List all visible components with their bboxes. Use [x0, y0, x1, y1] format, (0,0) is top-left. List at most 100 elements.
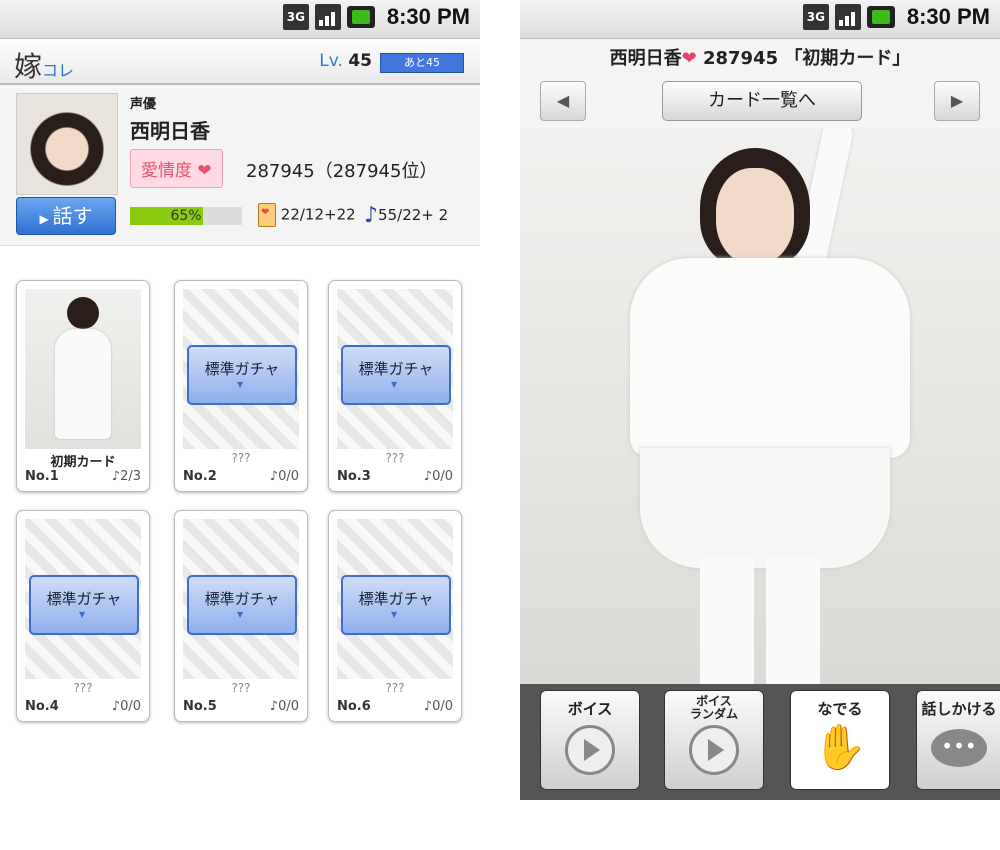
action-bar: ボイス ボイス ランダム なでる ✋ 話しかける ••• — [520, 684, 1000, 800]
clock: 8:30 PM — [906, 4, 990, 29]
card-name: ??? — [231, 681, 251, 695]
battery-icon — [866, 6, 895, 28]
prev-card-button[interactable]: ◀ — [540, 81, 586, 121]
logo-accent: コレ — [42, 61, 75, 80]
talk-label: 話す — [52, 204, 93, 228]
card-voice-count: ♪0/0 — [423, 469, 453, 484]
card-placeholder: 標準ガチャ — [337, 519, 453, 679]
progress-text: 65% — [170, 208, 202, 224]
voice-button[interactable]: ボイス — [540, 690, 640, 790]
card-4[interactable]: 標準ガチャ ??? No.4 ♪0/0 — [16, 510, 150, 722]
talk-button[interactable]: ▶ 話す — [16, 197, 116, 235]
play-icon — [689, 725, 739, 775]
network-3g-icon: 3G — [802, 4, 829, 30]
voice-random-label: ボイス ランダム — [665, 695, 763, 721]
card-number: No.6 — [337, 699, 371, 714]
voice-random-button[interactable]: ボイス ランダム — [664, 690, 764, 790]
affection-progress: 65% — [130, 207, 242, 225]
card-2[interactable]: 標準ガチャ ??? No.2 ♪0/0 — [174, 280, 308, 492]
signal-icon — [314, 4, 341, 30]
card-name: ??? — [385, 681, 405, 695]
status-bar: 3G 8:30 PM — [0, 0, 480, 39]
card-number: No.3 — [337, 469, 371, 484]
gacha-button[interactable]: 標準ガチャ — [29, 575, 139, 635]
network-3g-icon: 3G — [282, 4, 309, 30]
battery-icon — [346, 6, 375, 28]
exp-remaining-bar: あと45 — [380, 53, 464, 73]
app-logo[interactable]: 嫁コレ — [14, 45, 74, 85]
card-count: 22/12+22 — [280, 205, 356, 224]
music-note-icon: ♪ — [364, 203, 379, 228]
gacha-button[interactable]: 標準ガチャ — [341, 345, 451, 405]
voice-count-stat: ♪55/22+ 2 — [364, 203, 448, 228]
profile-panel: 声優 西明日香 愛情度 ❤ 287945（287945位） ▶ 話す 65% 2… — [0, 85, 480, 246]
speak-button[interactable]: 話しかける ••• — [916, 690, 1000, 790]
card-1[interactable]: 初期カード No.1 ♪2/3 — [16, 280, 150, 492]
clock: 8:30 PM — [386, 4, 470, 29]
logo-main: 嫁 — [14, 50, 43, 83]
card-list-button[interactable]: カード一覧へ — [662, 81, 862, 121]
stroke-label: なでる — [817, 700, 863, 718]
status-bar: 3G 8:30 PM — [520, 0, 1000, 39]
card-voice-count: ♪2/3 — [111, 469, 141, 484]
photo-skirt — [640, 448, 890, 568]
gacha-button[interactable]: 標準ガチャ — [341, 575, 451, 635]
title-detail: 287945 「初期カード」 — [702, 48, 911, 69]
card-placeholder: 標準ガチャ — [183, 289, 299, 449]
gacha-button[interactable]: 標準ガチャ — [187, 575, 297, 635]
gacha-button[interactable]: 標準ガチャ — [187, 345, 297, 405]
voice-random-line1: ボイス — [696, 694, 732, 708]
app-header: 嫁コレ Lv. 45 あと45 — [0, 39, 480, 85]
card-name: 初期カード — [50, 455, 116, 470]
card-voice-count: ♪0/0 — [269, 699, 299, 714]
title-name: 西明日香 — [609, 48, 682, 69]
character-name: 西明日香 — [130, 119, 210, 143]
card-voice-count: ♪0/0 — [111, 699, 141, 714]
card-voice-count: ♪0/0 — [269, 469, 299, 484]
card-icon — [258, 203, 276, 227]
love-label: 愛情度 — [141, 161, 192, 181]
level-indicator: Lv. 45 — [319, 51, 372, 71]
card-name: ??? — [231, 451, 251, 465]
card-title: 西明日香❤ 287945 「初期カード」 — [520, 39, 1000, 71]
card-6[interactable]: 標準ガチャ ??? No.6 ♪0/0 — [328, 510, 462, 722]
card-placeholder: 標準ガチャ — [183, 519, 299, 679]
photo-jacket — [630, 258, 910, 458]
photo-face — [716, 168, 794, 264]
card-count-stat: 22/12+22 — [258, 203, 356, 227]
card-number: No.4 — [25, 699, 59, 714]
card-nav: ◀ カード一覧へ ▶ — [520, 71, 1000, 129]
signal-icon — [834, 4, 861, 30]
heart-icon: ❤ — [197, 161, 212, 181]
voice-label: ボイス — [567, 700, 613, 718]
card-3[interactable]: 標準ガチャ ??? No.3 ♪0/0 — [328, 280, 462, 492]
love-badge: 愛情度 ❤ — [130, 149, 223, 188]
card-5[interactable]: 標準ガチャ ??? No.5 ♪0/0 — [174, 510, 308, 722]
heart-icon: ❤ — [681, 48, 697, 69]
card-name: ??? — [73, 681, 93, 695]
voice-count: 55/22+ 2 — [378, 206, 449, 224]
level-value: 45 — [348, 51, 372, 71]
play-arrow-icon: ▶ — [39, 212, 53, 226]
chat-bubble-icon: ••• — [931, 729, 987, 767]
character-job: 声優 — [130, 97, 157, 112]
card-name: ??? — [385, 451, 405, 465]
card-placeholder: 標準ガチャ — [25, 519, 141, 679]
stroke-button[interactable]: なでる ✋ — [790, 690, 890, 790]
level-label: Lv. — [319, 51, 343, 71]
voice-random-line2: ランダム — [689, 707, 738, 721]
card-placeholder: 標準ガチャ — [337, 289, 453, 449]
photo-legs — [700, 558, 820, 684]
hand-icon: ✋ — [812, 722, 868, 773]
love-score: 287945（287945位） — [246, 161, 438, 182]
avatar — [16, 93, 118, 195]
card-number: No.5 — [183, 699, 217, 714]
next-card-button[interactable]: ▶ — [934, 81, 980, 121]
card-thumbnail — [25, 289, 141, 449]
card-photo[interactable] — [520, 128, 1000, 684]
card-voice-count: ♪0/0 — [423, 699, 453, 714]
card-number: No.2 — [183, 469, 217, 484]
play-icon — [565, 725, 615, 775]
speak-label: 話しかける — [921, 700, 997, 718]
card-detail-screen: 3G 8:30 PM 西明日香❤ 287945 「初期カード」 ◀ カード一覧へ… — [520, 0, 1000, 800]
